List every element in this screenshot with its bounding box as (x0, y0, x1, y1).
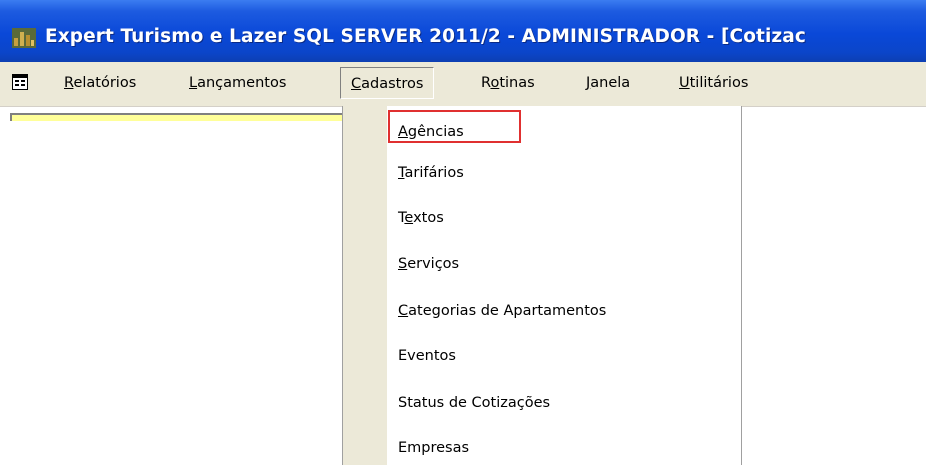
menu-item-tarifarios[interactable]: Tarifários (398, 158, 464, 188)
menu-item-servicos[interactable]: Serviços (398, 249, 459, 279)
menu-rotinas[interactable]: Rotinas (481, 67, 535, 99)
mdi-child-system-icon[interactable] (12, 74, 28, 90)
menu-janela[interactable]: Janela (586, 67, 630, 99)
menu-bar: Relatórios Lançamentos Cadastros Rotinas… (0, 62, 926, 107)
menu-item-empresas[interactable]: Empresas (398, 433, 469, 463)
menu-cadastros[interactable]: Cadastros (340, 67, 435, 99)
menu-item-status-cotizacoes[interactable]: Status de Cotizações (398, 388, 550, 418)
menu-utilitarios[interactable]: Utilitários (679, 67, 748, 99)
highlight-annotation-box (388, 110, 521, 143)
menu-lancamentos[interactable]: Lançamentos (189, 67, 286, 99)
menu-relatorios[interactable]: Relatórios (64, 67, 136, 99)
yellow-input-field[interactable] (10, 113, 344, 121)
menu-item-categorias-apartamentos[interactable]: Categorias de Apartamentos (398, 296, 606, 326)
app-logo-icon[interactable] (12, 28, 36, 48)
menu-item-eventos[interactable]: Eventos (398, 341, 456, 371)
menu-item-textos[interactable]: Textos (398, 203, 444, 233)
dropdown-gutter (343, 106, 387, 465)
window-title: Expert Turismo e Lazer SQL SERVER 2011/2… (45, 26, 806, 47)
cadastros-dropdown-menu: Agências Tarifários Textos Serviços Cate… (342, 106, 742, 465)
title-bar[interactable]: Expert Turismo e Lazer SQL SERVER 2011/2… (0, 0, 926, 62)
